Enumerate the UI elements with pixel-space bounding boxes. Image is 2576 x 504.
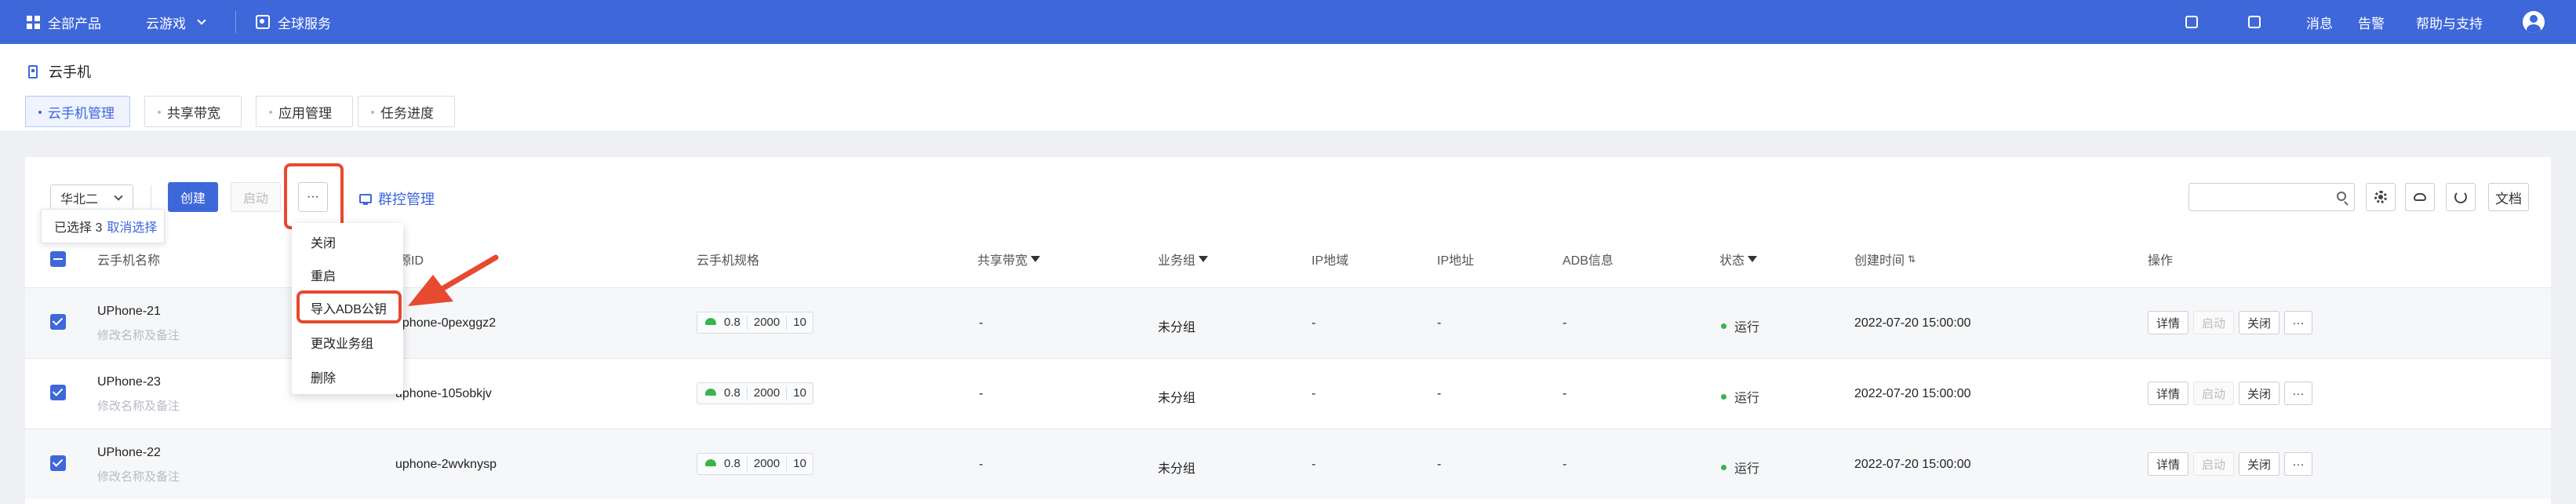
pointer-arrow-icon <box>408 254 499 306</box>
